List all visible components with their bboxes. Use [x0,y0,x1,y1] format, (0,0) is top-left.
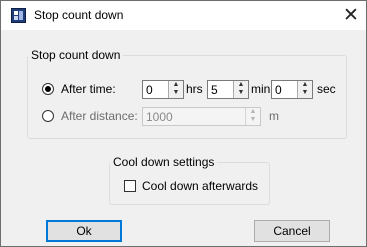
spin-up-icon[interactable]: ▲ [234,81,248,89]
after-time-label[interactable]: After time: [61,82,116,96]
minutes-spin-buttons[interactable]: ▲ ▼ [233,81,248,98]
spin-up-icon[interactable]: ▲ [169,81,183,89]
spin-down-icon[interactable]: ▼ [298,89,312,97]
stop-group-legend: Stop count down [31,48,121,62]
hours-value[interactable]: 0 [146,83,153,97]
distance-value[interactable]: 1000 [146,110,173,124]
hours-spin-buttons[interactable]: ▲ ▼ [168,81,183,98]
after-time-radio[interactable] [42,83,54,95]
cool-down-label[interactable]: Cool down afterwards [142,179,258,193]
title-bar[interactable]: Stop count down ✕ [1,1,366,30]
seconds-unit: sec [317,82,336,96]
minutes-stepper[interactable]: 5 ▲ ▼ [207,80,249,99]
distance-stepper[interactable]: 1000 ▲ ▼ [142,107,261,126]
stop-count-down-dialog: Stop count down ✕ Stop count down After … [0,0,367,247]
hours-stepper[interactable]: 0 ▲ ▼ [142,80,184,99]
spin-up-icon[interactable]: ▲ [298,81,312,89]
window-title: Stop count down [34,8,124,22]
after-distance-radio[interactable] [42,110,54,122]
cool-down-checkbox[interactable] [124,180,136,192]
spin-down-icon[interactable]: ▼ [246,116,260,124]
distance-unit: m [269,109,279,123]
seconds-spin-buttons[interactable]: ▲ ▼ [297,81,312,98]
stopwatch-app-icon [11,8,26,23]
after-distance-label[interactable]: After distance: [61,109,138,123]
spin-down-icon[interactable]: ▼ [234,89,248,97]
spin-down-icon[interactable]: ▼ [169,89,183,97]
minutes-unit: min [251,82,271,96]
cancel-button[interactable]: Cancel [254,220,330,242]
close-button[interactable]: ✕ [336,1,366,30]
seconds-value[interactable]: 0 [275,83,282,97]
close-icon: ✕ [343,5,359,26]
spin-up-icon[interactable]: ▲ [246,108,260,116]
ok-button[interactable]: Ok [46,220,122,242]
seconds-stepper[interactable]: 0 ▲ ▼ [271,80,313,99]
cooldown-group-legend: Cool down settings [113,155,215,169]
minutes-value[interactable]: 5 [211,83,218,97]
distance-spin-buttons[interactable]: ▲ ▼ [245,108,260,125]
hours-unit: hrs [186,82,203,96]
